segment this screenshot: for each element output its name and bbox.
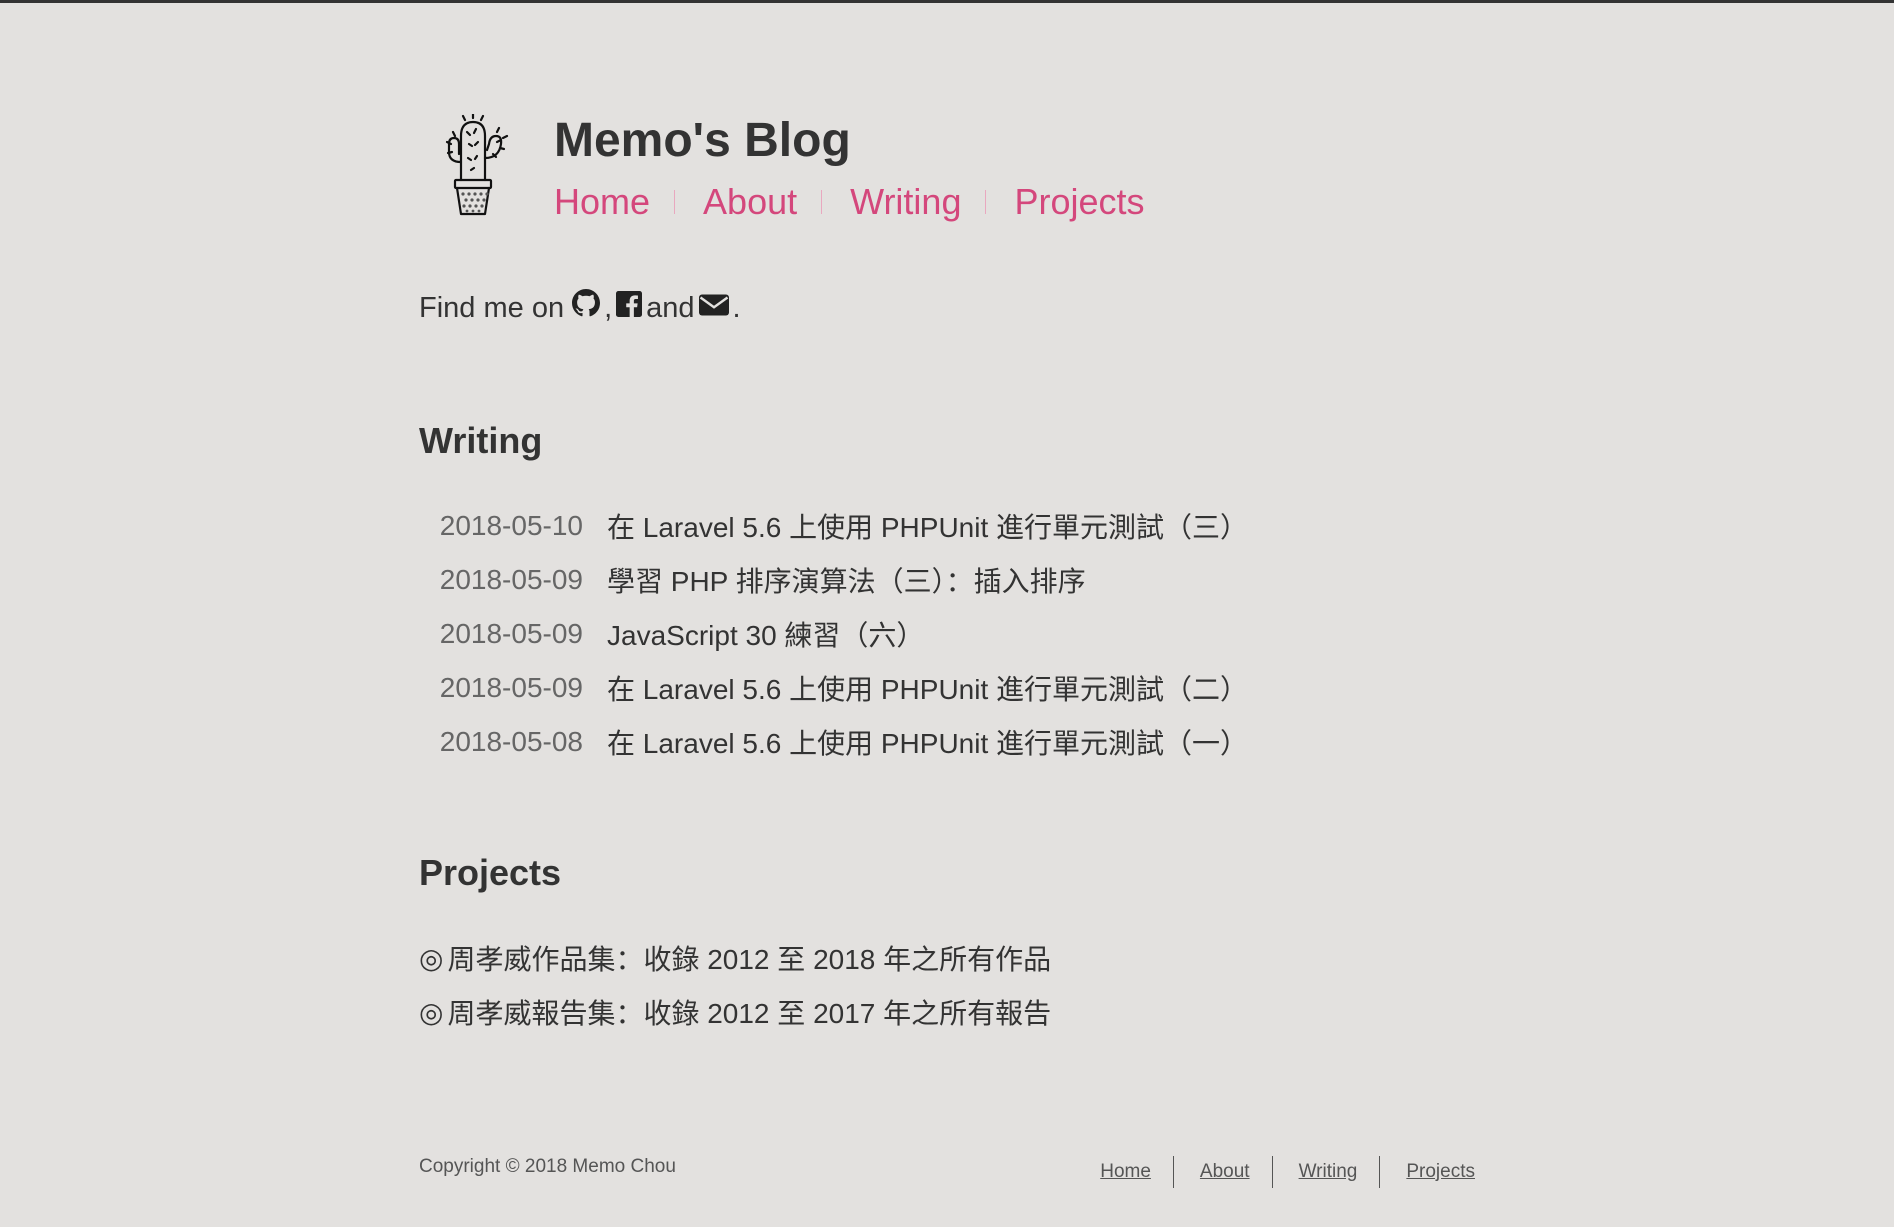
post-date: 2018-05-09 (439, 618, 583, 649)
footer-projects-link[interactable]: Projects (1406, 1156, 1475, 1188)
footer-divider (1379, 1156, 1381, 1188)
main-nav: Home About Writing Projects (554, 177, 1145, 227)
footer-home-link[interactable]: Home (1100, 1156, 1151, 1188)
post-link[interactable]: JavaScript 30 練習（六） (607, 614, 924, 654)
find-me-text: Find me on (419, 292, 565, 324)
post-link[interactable]: 在 Laravel 5.6 上使用 PHPUnit 進行單元測試（一） (607, 722, 1248, 762)
post-date: 2018-05-09 (439, 564, 583, 595)
nav-about-link[interactable]: About (703, 177, 797, 227)
copyright-text: Copyright © 2018 Memo Chou (419, 1156, 676, 1177)
footer-about-link[interactable]: About (1200, 1156, 1250, 1188)
post-item: 2018-05-09 JavaScript 30 練習（六） (419, 607, 1248, 661)
projects-heading: Projects (419, 852, 562, 893)
github-icon[interactable] (572, 286, 601, 330)
nav-divider (985, 190, 987, 214)
post-date: 2018-05-10 (439, 510, 583, 541)
cactus-logo-icon[interactable] (441, 112, 513, 218)
nav-divider (674, 190, 676, 214)
post-item: 2018-05-09 學習 PHP 排序演算法（三）：插入排序 (419, 553, 1248, 607)
bullet-icon: ◎ (419, 942, 444, 974)
nav-home-link[interactable]: Home (554, 177, 650, 227)
envelope-icon[interactable] (698, 286, 729, 330)
post-item: 2018-05-10 在 Laravel 5.6 上使用 PHPUnit 進行單… (419, 499, 1248, 553)
nav-projects-link[interactable]: Projects (1014, 177, 1144, 227)
project-item: ◎ 周孝威報告集：收錄 2012 至 2017 年之所有報告 (419, 985, 1051, 1039)
find-me-line: Find me on , and . (419, 286, 741, 330)
nav-writing-link[interactable]: Writing (850, 177, 961, 227)
post-link[interactable]: 在 Laravel 5.6 上使用 PHPUnit 進行單元測試（二） (607, 668, 1248, 708)
footer-writing-link[interactable]: Writing (1299, 1156, 1358, 1188)
footer-nav: Home About Writing Projects (1100, 1156, 1475, 1188)
facebook-icon[interactable] (616, 286, 643, 330)
post-link[interactable]: 在 Laravel 5.6 上使用 PHPUnit 進行單元測試（三） (607, 506, 1248, 546)
post-date: 2018-05-08 (439, 726, 583, 757)
bullet-icon: ◎ (419, 996, 444, 1028)
find-me-period: . (732, 292, 741, 324)
footer-divider (1271, 1156, 1273, 1188)
project-list: ◎ 周孝威作品集：收錄 2012 至 2018 年之所有作品 ◎ 周孝威報告集：… (419, 931, 1051, 1039)
site-title[interactable]: Memo's Blog (554, 111, 851, 171)
site-header: Memo's Blog Home About Writing Projects (419, 111, 1475, 231)
post-item: 2018-05-08 在 Laravel 5.6 上使用 PHPUnit 進行單… (419, 715, 1248, 769)
footer-divider (1172, 1156, 1174, 1188)
writing-heading: Writing (419, 420, 543, 461)
project-link[interactable]: 周孝威報告集：收錄 2012 至 2017 年之所有報告 (447, 992, 1051, 1032)
post-list: 2018-05-10 在 Laravel 5.6 上使用 PHPUnit 進行單… (419, 499, 1248, 769)
find-me-and: and (646, 292, 695, 324)
find-me-comma: , (604, 292, 613, 324)
project-item: ◎ 周孝威作品集：收錄 2012 至 2018 年之所有作品 (419, 931, 1051, 985)
post-link[interactable]: 學習 PHP 排序演算法（三）：插入排序 (607, 560, 1086, 600)
nav-divider (821, 190, 823, 214)
project-link[interactable]: 周孝威作品集：收錄 2012 至 2018 年之所有作品 (447, 938, 1051, 978)
post-item: 2018-05-09 在 Laravel 5.6 上使用 PHPUnit 進行單… (419, 661, 1248, 715)
post-date: 2018-05-09 (439, 672, 583, 703)
